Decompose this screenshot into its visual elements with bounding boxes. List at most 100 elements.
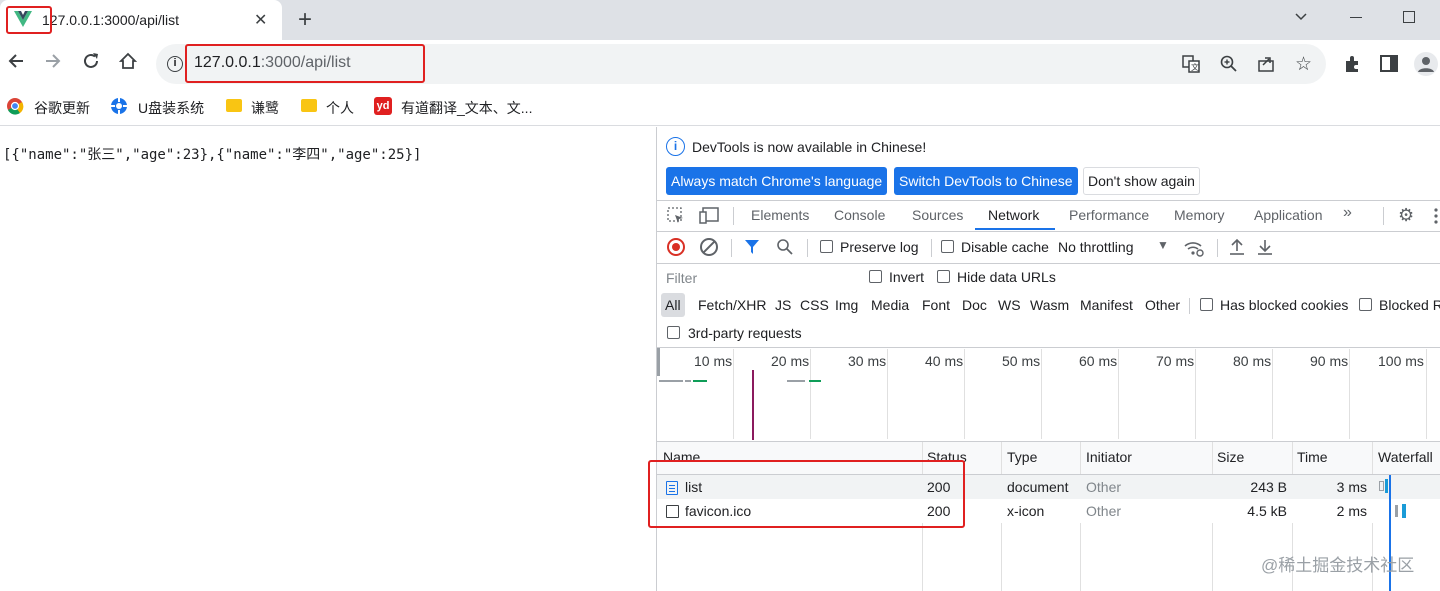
- hide-data-urls-checkbox[interactable]: [937, 270, 950, 283]
- more-tabs-icon[interactable]: »: [1343, 204, 1352, 222]
- row-size: 4.5 kB: [1247, 503, 1287, 519]
- has-blocked-cookies-checkbox[interactable]: [1200, 298, 1213, 311]
- overview-bar-download: [693, 380, 707, 382]
- overview-handle[interactable]: [657, 348, 660, 376]
- reload-icon[interactable]: [82, 52, 100, 73]
- overview-bar-waiting: [659, 380, 683, 382]
- share-icon[interactable]: [1257, 55, 1275, 76]
- load-event-marker: [752, 370, 754, 440]
- type-filter-fetch[interactable]: Fetch/XHR: [698, 297, 766, 313]
- timeline-tick: 30 ms: [848, 353, 887, 369]
- type-filter-doc[interactable]: Doc: [962, 297, 987, 313]
- blocked-requests-checkbox[interactable]: [1359, 298, 1372, 311]
- inspect-element-icon[interactable]: [667, 207, 685, 228]
- new-tab-icon[interactable]: +: [298, 6, 312, 34]
- profile-avatar-icon[interactable]: [1414, 52, 1438, 76]
- export-har-icon[interactable]: [1257, 238, 1273, 259]
- translate-icon[interactable]: 文: [1182, 55, 1200, 76]
- side-panel-icon[interactable]: [1380, 55, 1398, 72]
- type-filter-all[interactable]: All: [665, 297, 681, 313]
- folder-icon: [226, 99, 242, 112]
- overview-bar-download: [809, 380, 821, 382]
- preserve-log-label: Preserve log: [840, 239, 919, 255]
- waterfall-bar: [1379, 481, 1384, 491]
- timeline-tick: 10 ms: [694, 353, 733, 369]
- highlight-box-requests: [648, 460, 965, 528]
- col-waterfall[interactable]: Waterfall: [1378, 449, 1433, 465]
- row-initiator: Other: [1086, 479, 1122, 495]
- dont-show-again-button[interactable]: Don't show again: [1083, 167, 1200, 195]
- blocked-requests-label: Blocked R: [1379, 297, 1440, 313]
- chevron-down-icon[interactable]: ▼: [1157, 238, 1169, 252]
- page-viewport: [{"name":"张三","age":23},{"name":"李四","ag…: [0, 127, 656, 591]
- row-time: 3 ms: [1336, 479, 1367, 495]
- bookmark-label: 谷歌更新: [34, 100, 90, 116]
- network-conditions-icon[interactable]: [1183, 239, 1205, 260]
- col-initiator[interactable]: Initiator: [1086, 449, 1132, 465]
- home-icon[interactable]: [118, 52, 138, 73]
- type-filter-font[interactable]: Font: [922, 297, 950, 313]
- switch-to-chinese-button[interactable]: Switch DevTools to Chinese: [894, 167, 1078, 195]
- row-time: 2 ms: [1336, 503, 1367, 519]
- hide-data-urls-label: Hide data URLs: [957, 269, 1056, 285]
- timeline-tick: 20 ms: [771, 353, 810, 369]
- filter-input[interactable]: Filter: [661, 267, 855, 289]
- type-filter-other[interactable]: Other: [1145, 297, 1180, 313]
- extensions-icon[interactable]: [1343, 55, 1361, 76]
- import-har-icon[interactable]: [1229, 238, 1245, 259]
- invert-checkbox[interactable]: [869, 270, 882, 283]
- bookmark-label: U盘装系统: [138, 100, 205, 116]
- forward-icon[interactable]: [44, 52, 62, 73]
- col-size[interactable]: Size: [1217, 449, 1244, 465]
- disable-cache-checkbox[interactable]: [941, 240, 954, 253]
- gear-icon: [110, 97, 128, 118]
- type-filter-js[interactable]: JS: [775, 297, 791, 313]
- type-filter-wasm[interactable]: Wasm: [1030, 297, 1069, 313]
- restore-icon[interactable]: [1403, 11, 1415, 23]
- col-time[interactable]: Time: [1297, 449, 1328, 465]
- type-filter-ws[interactable]: WS: [998, 297, 1021, 313]
- highlight-box-url: [185, 44, 425, 83]
- third-party-checkbox[interactable]: [667, 326, 680, 339]
- col-type[interactable]: Type: [1007, 449, 1037, 465]
- preserve-log-checkbox[interactable]: [820, 240, 833, 253]
- record-icon[interactable]: [667, 238, 685, 256]
- timeline-tick: 70 ms: [1156, 353, 1195, 369]
- match-language-button[interactable]: Always match Chrome's language: [666, 167, 888, 195]
- row-type: x-icon: [1007, 503, 1045, 519]
- settings-gear-icon[interactable]: ⚙: [1398, 206, 1414, 224]
- clear-icon[interactable]: [700, 238, 718, 256]
- tab-title: 127.0.0.1:3000/api/list: [42, 12, 179, 28]
- info-icon[interactable]: i: [167, 56, 183, 72]
- folder-icon: [301, 99, 317, 112]
- waterfall-bar: [1385, 479, 1388, 493]
- throttling-select[interactable]: No throttling: [1058, 239, 1133, 255]
- type-filter-media[interactable]: Media: [871, 297, 909, 313]
- filter-icon[interactable]: [744, 239, 760, 258]
- third-party-label: 3rd-party requests: [688, 325, 802, 341]
- search-icon[interactable]: [776, 238, 794, 259]
- minimize-icon[interactable]: [1350, 17, 1362, 18]
- type-filter-manifest[interactable]: Manifest: [1080, 297, 1133, 313]
- disable-cache-label: Disable cache: [961, 239, 1049, 255]
- waterfall-bar: [1402, 504, 1406, 518]
- overview-bar-waiting: [685, 380, 691, 382]
- device-toolbar-icon[interactable]: [699, 207, 719, 228]
- kebab-menu-icon[interactable]: [1434, 207, 1438, 225]
- row-type: document: [1007, 479, 1069, 495]
- zoom-icon[interactable]: [1220, 55, 1238, 76]
- tab-search-icon[interactable]: [1294, 10, 1308, 27]
- type-filter-img[interactable]: Img: [835, 297, 858, 313]
- back-icon[interactable]: [7, 52, 25, 73]
- active-tab-indicator: [975, 228, 1055, 230]
- watermark: @稀土掘金技术社区: [1261, 556, 1415, 575]
- bookmark-star-icon[interactable]: ☆: [1295, 53, 1312, 76]
- type-filter-css[interactable]: CSS: [800, 297, 829, 313]
- svg-text:文: 文: [1191, 62, 1199, 72]
- json-response-text: [{"name":"张三","age":23},{"name":"李四","ag…: [3, 147, 422, 163]
- timeline-tick: 80 ms: [1233, 353, 1272, 369]
- info-icon: i: [666, 137, 685, 156]
- close-tab-icon[interactable]: ✕: [254, 10, 267, 30]
- youdao-icon: yd: [374, 97, 392, 115]
- bookmark-label: 谦鹭: [251, 100, 279, 116]
